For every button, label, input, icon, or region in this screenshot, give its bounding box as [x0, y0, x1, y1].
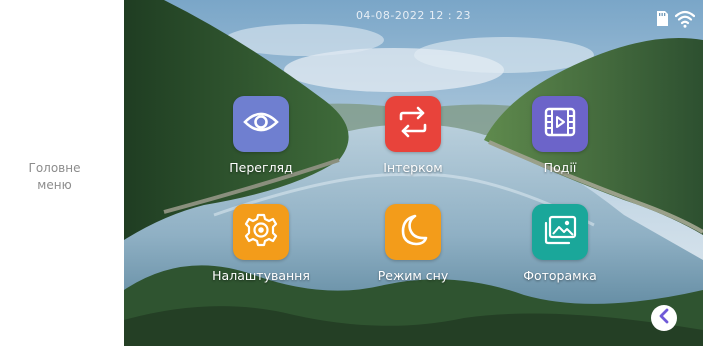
eye-icon	[243, 110, 279, 138]
photos-icon	[543, 215, 577, 249]
chevron-left-icon	[657, 308, 671, 328]
gear-icon	[244, 213, 278, 251]
menu-item-label: Інтерком	[383, 160, 443, 175]
menu-item-label: Налаштування	[212, 268, 310, 283]
intercom-button[interactable]	[385, 96, 441, 152]
menu-item-view[interactable]: Перегляд	[206, 96, 316, 186]
menu-item-events[interactable]: Події	[505, 96, 615, 186]
film-play-icon	[544, 107, 576, 141]
menu-item-settings[interactable]: Налаштування	[206, 204, 316, 294]
menu-item-label: Режим сну	[377, 268, 449, 283]
menu-item-sleep-mode[interactable]: Режим сну	[358, 204, 468, 294]
swap-arrows-icon	[396, 106, 430, 142]
sd-card-icon	[656, 10, 669, 31]
device-screen: 04-08-2022 12 : 23 Перегляд Інтерком Под…	[124, 0, 703, 346]
menu-item-label: Фоторамка	[523, 268, 597, 283]
menu-item-intercom[interactable]: Інтерком	[358, 96, 468, 186]
settings-button[interactable]	[233, 204, 289, 260]
sleep-mode-button[interactable]	[385, 204, 441, 260]
status-icons	[656, 10, 696, 32]
view-button[interactable]	[233, 96, 289, 152]
photo-frame-button[interactable]	[532, 204, 588, 260]
wifi-icon	[674, 10, 696, 32]
events-button[interactable]	[532, 96, 588, 152]
status-datetime: 04-08-2022 12 : 23	[355, 9, 472, 22]
menu-item-label: Перегляд	[229, 160, 293, 175]
menu-item-photo-frame[interactable]: Фоторамка	[505, 204, 615, 294]
back-button[interactable]	[651, 305, 677, 331]
menu-item-label: Події	[543, 160, 577, 175]
page: Головне меню 04-08-2022 12: 23 Перегляд…	[0, 0, 703, 346]
moon-icon	[398, 214, 428, 250]
main-menu-caption: Головне меню	[28, 161, 81, 192]
